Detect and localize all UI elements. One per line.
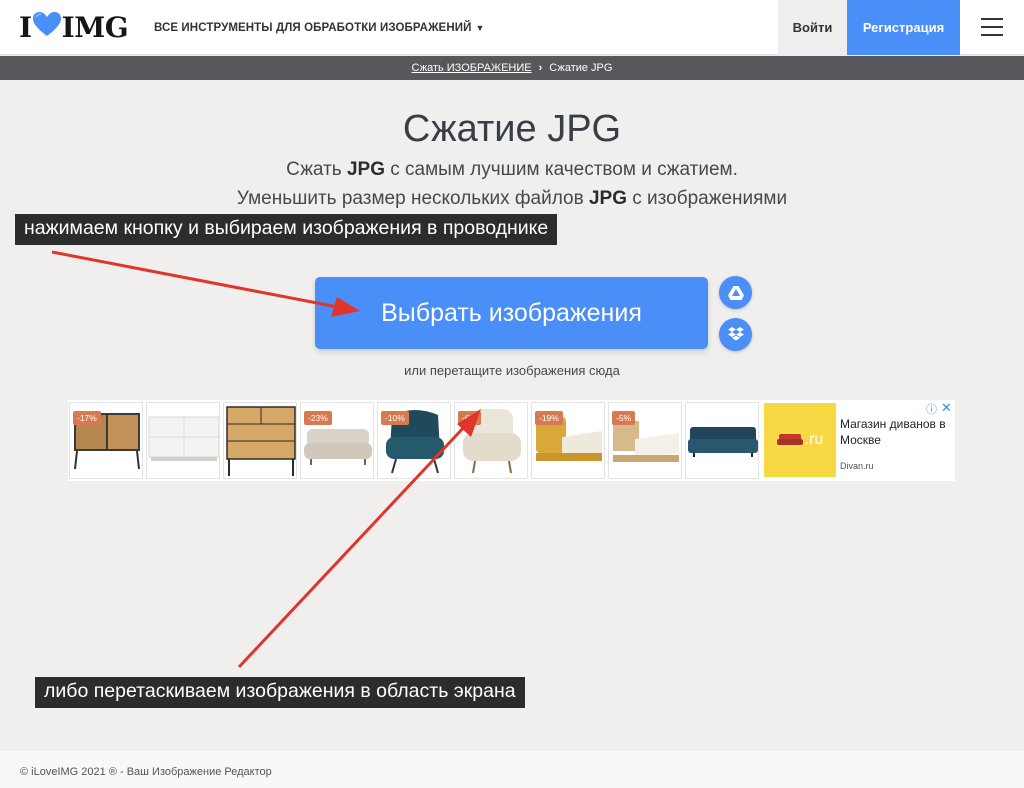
google-drive-icon[interactable]	[719, 276, 752, 309]
ad-product-tile[interactable]: -17%	[69, 402, 143, 479]
heart-icon	[32, 11, 61, 44]
hamburger-menu-icon[interactable]	[981, 18, 1003, 36]
iloveimg-logo[interactable]: I IMG	[19, 10, 129, 44]
ad-close-icon[interactable]: ✕	[941, 400, 952, 416]
wood-chest-icon	[226, 406, 296, 476]
discount-badge: -5%	[612, 411, 636, 425]
subtitle-line-1: Сжать JPG с самым лучшим качеством и сжа…	[286, 159, 738, 180]
ad-product-tile[interactable]	[685, 402, 759, 479]
breadcrumb-current: Сжатие JPG	[549, 62, 613, 74]
blue-sofa-icon	[688, 427, 758, 457]
sofa-logo-icon	[776, 434, 803, 445]
annotation-note-drag: либо перетаскиваем изображения в область…	[35, 677, 525, 708]
discount-badge: -17%	[73, 411, 101, 425]
top-header: I IMG ВСЕ ИНСТРУМЕНТЫ ДЛЯ ОБРАБОТКИ ИЗОБ…	[0, 0, 1024, 55]
dropbox-icon[interactable]	[719, 318, 752, 351]
ad-product-tile[interactable]: -5%	[608, 402, 682, 479]
page-title: Сжатие JPG	[402, 108, 622, 150]
breadcrumb-parent-link[interactable]: Сжать ИЗОБРАЖЕНИЕ	[412, 62, 532, 74]
caret-down-icon: ▼	[475, 23, 485, 33]
ad-product-tile[interactable]: -23%	[300, 402, 374, 479]
ad-domain[interactable]: Divan.ru	[840, 461, 874, 471]
logo-img: IMG	[61, 10, 129, 44]
ad-product-tile[interactable]: -19%	[531, 402, 605, 479]
ad-info-icon[interactable]: ⓘ	[926, 401, 937, 417]
login-button[interactable]: Войти	[778, 0, 847, 55]
all-tools-menu[interactable]: ВСЕ ИНСТРУМЕНТЫ ДЛЯ ОБРАБОТКИ ИЗОБРАЖЕНИ…	[154, 22, 484, 34]
all-tools-label: ВСЕ ИНСТРУМЕНТЫ ДЛЯ ОБРАБОТКИ ИЗОБРАЖЕНИ…	[154, 22, 472, 34]
ad-product-tile[interactable]	[146, 402, 220, 479]
ad-product-tile[interactable]	[223, 402, 297, 479]
breadcrumb: Сжать ИЗОБРАЖЕНИЕ › Сжатие JPG	[0, 56, 1024, 80]
ad-headline[interactable]: Магазин диванов в Москве	[840, 416, 952, 448]
select-images-button[interactable]: Выбрать изображения	[315, 277, 708, 349]
footer-copyright: © iLoveIMG 2021 ® - Ваш Изображение Реда…	[20, 766, 272, 778]
footer: © iLoveIMG 2021 ® - Ваш Изображение Реда…	[0, 749, 1024, 788]
logo-i: I	[19, 10, 32, 44]
ad-banner: -17% -23% -10% -6% -19% -5% .ru Магазин …	[68, 400, 955, 481]
annotation-note-select: нажимаем кнопку и выбираем изображения в…	[15, 214, 558, 245]
divan-ad-logo[interactable]: .ru	[764, 403, 836, 477]
drop-hint-text: или перетащите изображения сюда	[404, 363, 620, 378]
chevron-right-icon: ›	[538, 62, 543, 74]
subtitle-line-2: Уменьшить размер нескольких файлов JPG с…	[236, 188, 788, 209]
discount-badge: -19%	[535, 411, 563, 425]
white-dresser-icon	[148, 416, 219, 461]
discount-badge: -23%	[304, 411, 332, 425]
discount-badge: -6%	[458, 411, 482, 425]
discount-badge: -10%	[381, 411, 409, 425]
ad-product-tile[interactable]: -6%	[454, 402, 528, 479]
register-button[interactable]: Регистрация	[847, 0, 960, 55]
ad-product-tile[interactable]: -10%	[377, 402, 451, 479]
ad-promo-ru: .ru	[804, 431, 824, 448]
